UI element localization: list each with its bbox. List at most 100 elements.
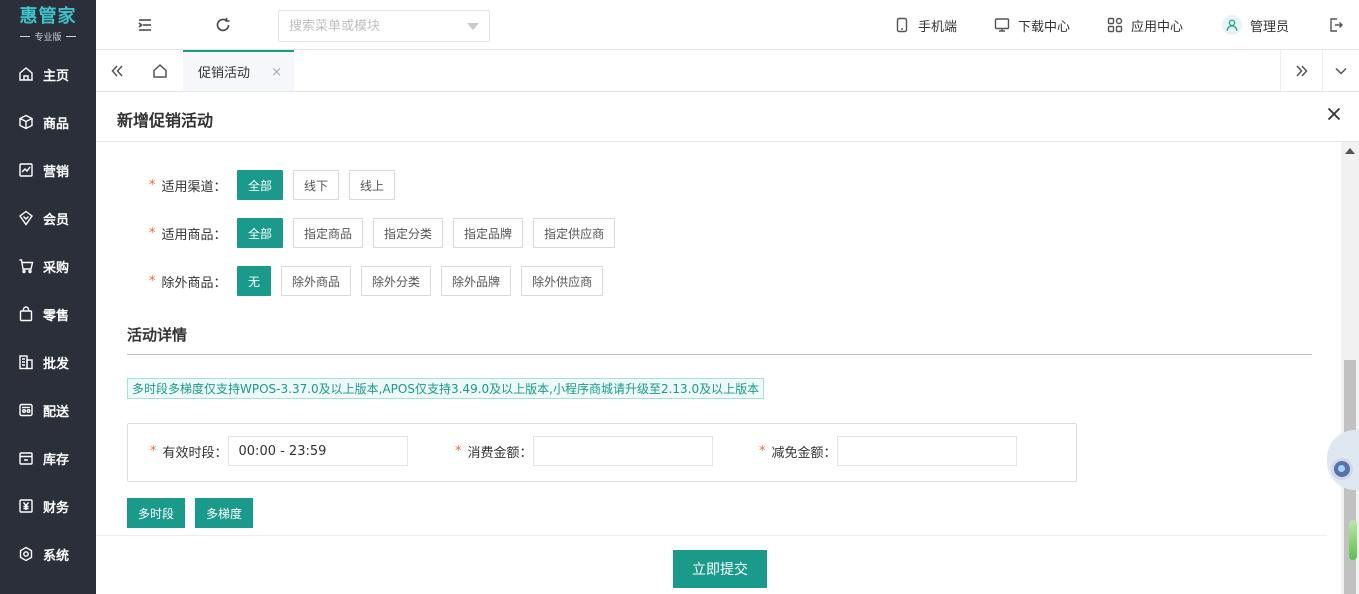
home-icon [19,67,33,81]
panel-title: 新增促销活动 [117,111,214,130]
user-menu[interactable]: 管理员 [1222,0,1289,50]
home-tab[interactable] [138,50,181,91]
goods-option-specified-brand[interactable]: 指定品牌 [453,218,524,248]
app-center-label: 应用中心 [1131,19,1184,35]
excluded-option-brand[interactable]: 除外品牌 [441,266,512,296]
spend-amount-input[interactable] [532,436,713,466]
panel-close-button[interactable] [1327,107,1343,123]
sidebar-item-finance[interactable]: 财务 [0,482,96,530]
goods-option-specified-goods[interactable]: 指定商品 [293,218,364,248]
menu-toggle-button[interactable] [137,17,153,33]
discount-field: * 减免金额： [759,436,1017,466]
section-divider [127,354,1312,355]
monitor-icon [994,18,1010,32]
logo-dash-left [20,36,31,37]
member-icon [19,210,33,226]
time-range-input[interactable] [227,436,408,466]
sidebar: 惠管家 专业版 主页 商品 营销 会员 采购 零售 批发 配送 库存 财务 系统 [0,0,96,594]
activity-detail-box: *有效时段： *消费金额： *减免金额： [127,423,1077,482]
goods-option-specified-category[interactable]: 指定分类 [373,218,444,248]
refresh-button[interactable] [215,17,231,33]
required-mark: * [149,177,156,193]
bag-icon [19,306,33,322]
section-title-details: 活动详情 [127,326,188,344]
version-notice: 多时段多梯度仅支持WPOS-3.37.0及以上版本,APOS仅支持3.49.0及… [127,378,765,399]
download-center-label: 下载中心 [1018,19,1071,35]
panel-footer: 立即提交 [96,535,1327,594]
logout-button[interactable] [1328,0,1344,50]
discount-amount-input[interactable] [836,436,1017,466]
channel-row: * 适用渠道： 全部 线下 线上 [149,170,405,200]
goods-option-specified-supplier[interactable]: 指定供应商 [533,218,616,248]
chevron-down-icon[interactable] [467,23,479,30]
sidebar-item-marketing[interactable]: 营销 [0,146,96,194]
home-icon [152,63,167,78]
topbar: 手机端 下载中心 应用中心 管理员 [96,0,1359,50]
tab-scroll-right-button[interactable] [1280,50,1322,91]
required-mark: * [149,273,156,289]
sidebar-item-system[interactable]: 系统 [0,530,96,578]
excluded-option-supplier[interactable]: 除外供应商 [521,266,604,296]
sidebar-item-label: 财务 [43,500,70,516]
menu-search-input[interactable] [289,18,459,34]
download-center-link[interactable]: 下载中心 [994,0,1070,50]
user-label: 管理员 [1250,19,1290,35]
tab-label: 促销活动 [198,66,251,81]
double-chevron-left-icon [111,64,123,77]
sidebar-item-label: 营销 [43,164,70,180]
sidebar-item-label: 主页 [43,68,70,84]
excluded-option-goods[interactable]: 除外商品 [281,266,352,296]
multi-period-button[interactable]: 多时段 [127,498,186,528]
robot-eye [1331,458,1353,480]
box-icon [19,114,33,130]
sidebar-item-label: 系统 [43,548,70,564]
sidebar-item-retail[interactable]: 零售 [0,290,96,338]
channel-option-all[interactable]: 全部 [237,170,284,200]
tab-promotion[interactable]: 促销活动 × [183,50,294,91]
sidebar-item-wholesale[interactable]: 批发 [0,338,96,386]
scroll-up-arrow-icon[interactable] [1345,148,1355,154]
logo-sub-text: 专业版 [20,30,76,43]
close-icon[interactable]: × [271,65,282,80]
goods-option-all[interactable]: 全部 [237,218,284,248]
submit-button[interactable]: 立即提交 [673,550,767,588]
goods-row: * 适用商品： 全部 指定商品 指定分类 指定品牌 指定供应商 [149,218,625,248]
excluded-option-category[interactable]: 除外分类 [361,266,432,296]
apps-icon [1107,17,1123,33]
sidebar-item-delivery[interactable]: 配送 [0,386,96,434]
mobile-link[interactable]: 手机端 [894,0,957,50]
cart-icon [19,259,34,274]
time-field: * 有效时段： [150,436,408,466]
sidebar-item-inventory[interactable]: 库存 [0,434,96,482]
close-icon [1327,107,1341,121]
mobile-icon [896,17,908,33]
tab-scroll-left-button[interactable] [96,50,138,91]
channel-option-offline[interactable]: 线下 [293,170,340,200]
user-icon [1226,19,1238,31]
warehouse-icon [19,452,33,465]
excluded-option-none[interactable]: 无 [237,266,272,296]
chevron-down-icon [1335,67,1347,75]
panel-header: 新增促销活动 [96,92,1359,142]
menu-collapse-icon [138,19,151,31]
logo: 惠管家 专业版 [0,0,96,50]
tab-menu-button[interactable] [1322,50,1359,91]
logo-edition: 专业版 [34,33,62,43]
menu-search[interactable] [278,10,490,42]
sidebar-item-purchase[interactable]: 采购 [0,242,96,290]
required-mark: * [149,225,156,241]
truck-icon [19,403,33,417]
finance-icon [19,499,33,513]
app-center-link[interactable]: 应用中心 [1107,0,1183,50]
sidebar-item-label: 库存 [43,452,70,468]
building-icon [19,355,33,370]
multi-tier-button[interactable]: 多梯度 [195,498,254,528]
channel-option-online[interactable]: 线上 [349,170,396,200]
chart-icon [19,163,33,177]
goods-label: * 适用商品： [149,225,227,243]
logo-main-text: 惠管家 [19,6,77,27]
status-indicator [1349,520,1357,560]
sidebar-item-goods[interactable]: 商品 [0,98,96,146]
sidebar-item-home[interactable]: 主页 [0,50,96,98]
sidebar-item-member[interactable]: 会员 [0,194,96,242]
